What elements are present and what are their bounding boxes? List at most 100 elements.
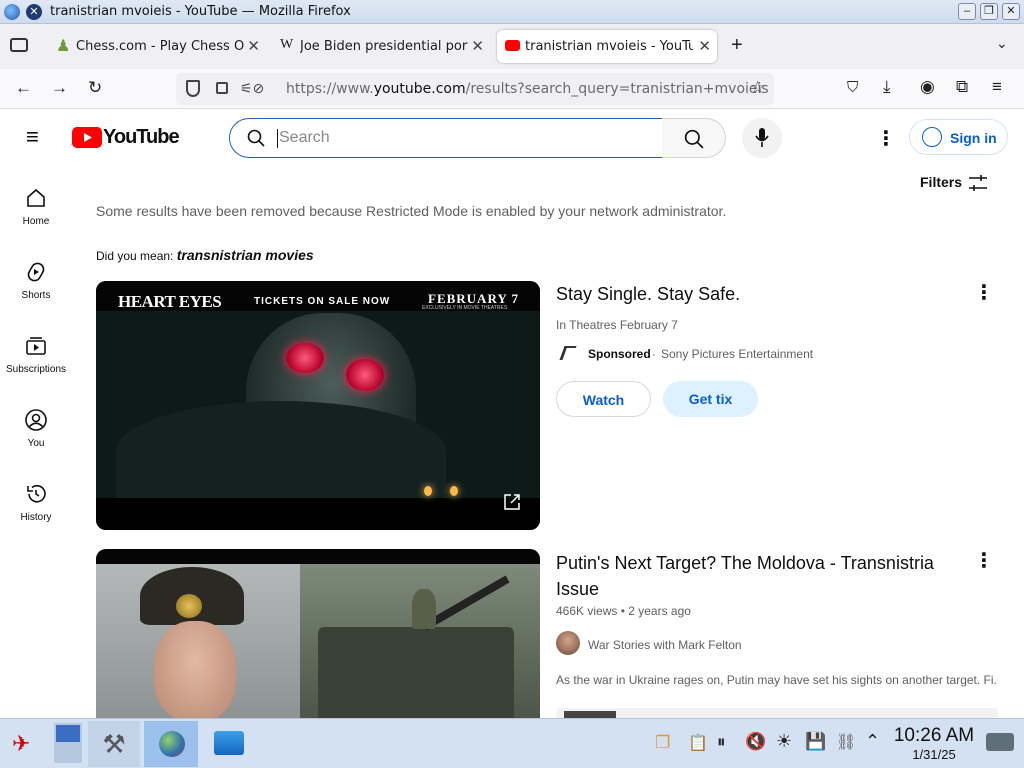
- back-icon[interactable]: ←: [15, 78, 32, 98]
- tab-overview-icon[interactable]: [10, 38, 28, 52]
- tray-clipboard-icon[interactable]: 📋: [688, 733, 708, 753]
- ad-title[interactable]: Stay Single. Stay Safe.: [556, 284, 740, 305]
- clock[interactable]: 10:26 AM 1/31/25: [888, 725, 980, 762]
- upload-age: 2 years ago: [628, 604, 691, 618]
- tray-windows-icon[interactable]: ❐: [655, 733, 670, 753]
- sony-pictures-logo: [559, 346, 577, 360]
- permissions-icon[interactable]: ⚟⊘: [240, 80, 264, 97]
- text-cursor: [277, 129, 278, 148]
- lock-icon[interactable]: [216, 82, 228, 94]
- tab-label: Chess.com - Play Chess On: [76, 39, 244, 54]
- tab-label: tranistrian mvoieis - YouTu: [525, 39, 693, 54]
- filters-button[interactable]: Filters: [920, 174, 992, 194]
- channel-name[interactable]: War Stories with Mark Felton: [588, 638, 742, 652]
- figure-shoulders: [116, 401, 446, 501]
- forward-icon[interactable]: →: [51, 78, 68, 98]
- get-tix-button[interactable]: Get tix: [663, 381, 758, 417]
- firefox-icon: [4, 4, 20, 20]
- desktop-pager[interactable]: [54, 723, 82, 763]
- dot-separator: ·: [652, 347, 656, 361]
- did-you-mean-label: Did you mean:: [96, 249, 177, 263]
- address-bar[interactable]: ⚟⊘ https://www.youtube.com/results?searc…: [176, 73, 774, 105]
- sidebar-item-shorts[interactable]: Shorts: [0, 260, 72, 301]
- subscriptions-icon: [26, 337, 46, 355]
- heart-eye-left: [286, 343, 324, 373]
- video-description: As the war in Ukraine rages on, Putin ma…: [556, 673, 998, 687]
- tray-network-icon[interactable]: ⛓: [836, 732, 856, 752]
- start-menu-icon[interactable]: ✈: [12, 731, 30, 757]
- taskbar-settings-icon[interactable]: ⚒: [88, 721, 140, 767]
- tray-media-pause-icon[interactable]: ⏸: [717, 732, 726, 752]
- url-text[interactable]: https://www.youtube.com/results?search_q…: [286, 81, 769, 97]
- tab-youtube[interactable]: tranistrian mvoieis - YouTu ✕: [497, 30, 717, 63]
- account-icon[interactable]: ◉: [920, 77, 935, 97]
- filters-label: Filters: [920, 174, 963, 190]
- bookmark-star-icon[interactable]: ☆: [750, 78, 765, 98]
- tray-volume-muted-icon[interactable]: 🔇: [745, 732, 766, 752]
- show-desktop-icon[interactable]: [986, 733, 1014, 751]
- minimize-button[interactable]: –: [958, 3, 976, 20]
- close-button[interactable]: ✕: [1002, 3, 1020, 20]
- pocket-icon[interactable]: ⛉: [847, 79, 858, 96]
- advertiser-name[interactable]: Sony Pictures Entertainment: [661, 347, 813, 361]
- taskbar-firefox-app[interactable]: [144, 721, 198, 767]
- did-you-mean-link[interactable]: transnistrian movies: [177, 247, 314, 263]
- close-tab-icon[interactable]: ✕: [471, 37, 484, 55]
- desktop-1[interactable]: [56, 725, 80, 742]
- clock-date: 1/31/25: [912, 747, 956, 762]
- officer-face: [154, 621, 236, 718]
- thumbnail-top-band: [96, 549, 540, 564]
- window-menu-icon[interactable]: ✕: [26, 4, 42, 20]
- video-title[interactable]: Putin's Next Target? The Moldova - Trans…: [556, 550, 956, 602]
- sidebar-label: Subscriptions: [5, 364, 67, 375]
- taskbar: ✈ ⚒ ❐ 📋 ⏸ 🔇 ☀ 💾 ⛓ ⌃ 10:26 AM 1/31/25: [0, 718, 1024, 768]
- tab-chess[interactable]: ♟ Chess.com - Play Chess On ✕: [48, 30, 266, 63]
- downloads-icon[interactable]: ⤓: [883, 77, 891, 97]
- sidebar-item-home[interactable]: Home: [0, 186, 72, 227]
- clock-time: 10:26 AM: [893, 725, 975, 746]
- view-count: 466K views: [556, 604, 618, 618]
- tray-save-icon[interactable]: 💾: [805, 732, 826, 752]
- search-button[interactable]: [662, 118, 726, 158]
- chapter-thumbnail: [564, 711, 616, 718]
- light-spot: [450, 486, 458, 496]
- new-tab-button[interactable]: +: [731, 34, 743, 57]
- thumbnail-bottom-band: [96, 498, 540, 530]
- close-tab-icon[interactable]: ✕: [247, 37, 260, 55]
- tray-brightness-icon[interactable]: ☀: [776, 731, 792, 752]
- ad-more-options-icon[interactable]: ⋮: [974, 280, 994, 305]
- extensions-icon[interactable]: ⧉: [956, 77, 968, 97]
- channel-avatar[interactable]: [556, 631, 580, 655]
- video-thumbnail[interactable]: [96, 549, 540, 718]
- video-more-options-icon[interactable]: ⋮: [974, 548, 994, 573]
- sidebar-item-history[interactable]: History: [0, 482, 72, 523]
- menu-hamburger-icon[interactable]: ≡: [992, 77, 1002, 97]
- reload-icon[interactable]: ↻: [88, 78, 102, 98]
- external-link-icon[interactable]: [502, 492, 522, 512]
- maximize-button[interactable]: ❐: [980, 3, 998, 20]
- voice-search-button[interactable]: [742, 118, 782, 158]
- taskbar-file-manager-icon[interactable]: [214, 731, 244, 755]
- guide-menu-icon[interactable]: ≡: [26, 124, 39, 150]
- soldier: [412, 589, 436, 629]
- tab-wikipedia[interactable]: W Joe Biden presidential port ✕: [272, 30, 490, 63]
- tracking-shield-icon[interactable]: [186, 80, 200, 97]
- sidebar-label: You: [27, 438, 45, 449]
- list-tabs-chevron-icon[interactable]: ⌄: [996, 35, 1008, 52]
- search-input[interactable]: Search: [229, 118, 663, 158]
- close-tab-icon[interactable]: ✕: [698, 37, 711, 55]
- youtube-logo[interactable]: YouTube: [72, 126, 180, 150]
- sidebar-item-you[interactable]: You: [0, 408, 72, 449]
- settings-kebab-icon[interactable]: ⋮: [876, 126, 896, 151]
- video-meta: 466K views • 2 years ago: [556, 604, 691, 618]
- sidebar-item-subscriptions[interactable]: Subscriptions: [0, 334, 72, 375]
- ad-thumbnail[interactable]: HEART EYES TICKETS ON SALE NOW FEBRUARY …: [96, 281, 540, 530]
- watch-button[interactable]: Watch: [556, 381, 651, 417]
- navigation-bar: ← → ↻ ⚟⊘ https://www.youtube.com/results…: [0, 69, 1024, 109]
- window-titlebar: ✕ tranistrian mvoieis - YouTube — Mozill…: [0, 0, 1024, 24]
- sign-in-button[interactable]: Sign in: [909, 119, 1008, 155]
- filters-sliders-icon: [969, 175, 987, 191]
- tray-expand-chevron-icon[interactable]: ⌃: [865, 731, 880, 752]
- search-icon: [684, 129, 704, 149]
- sidebar-label: Home: [22, 216, 50, 227]
